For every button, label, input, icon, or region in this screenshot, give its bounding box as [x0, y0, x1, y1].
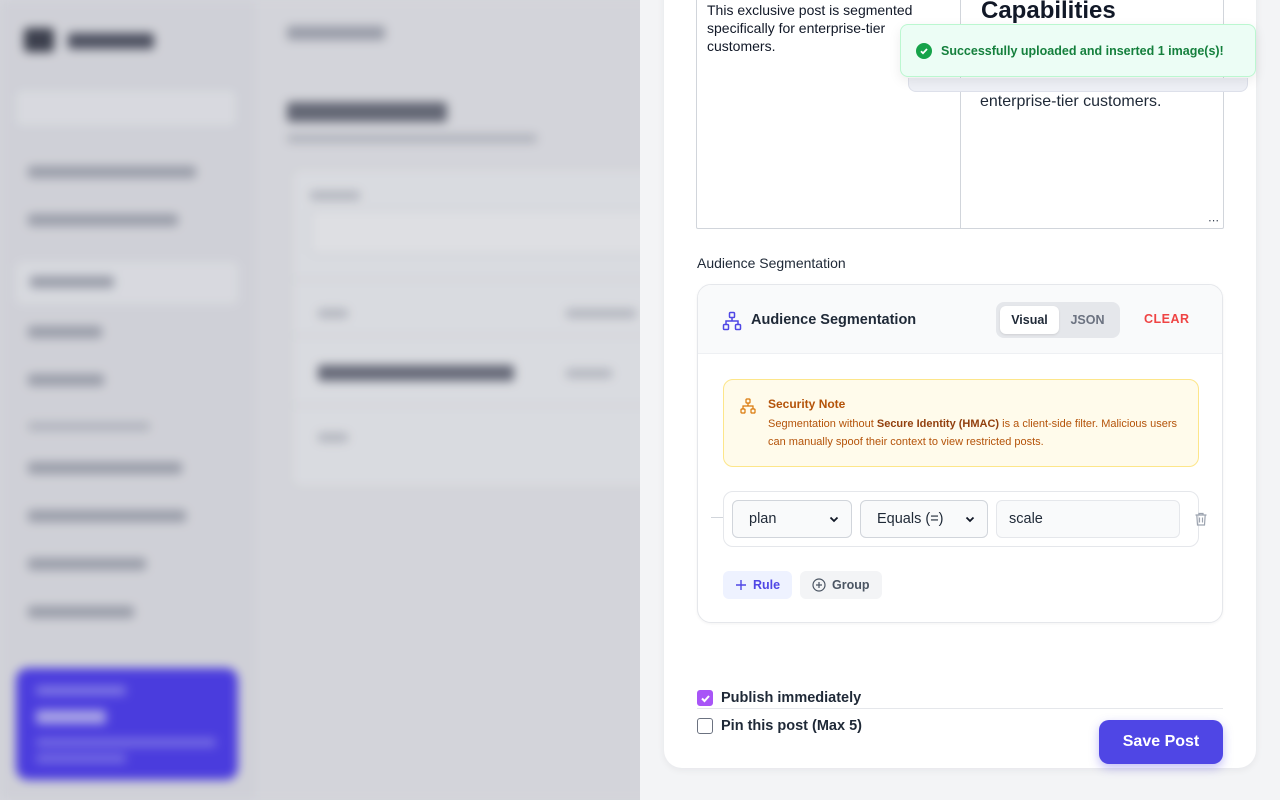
security-note-title: Security Note: [768, 397, 846, 411]
add-rule-button[interactable]: Rule: [723, 571, 793, 599]
rule-value-text: scale: [1009, 511, 1043, 527]
edit-post-drawer: This exclusive post is segmented specifi…: [640, 0, 1280, 800]
segmentation-title: Audience Segmentation: [751, 312, 917, 328]
visual-mode-button[interactable]: Visual: [1000, 306, 1059, 334]
preview-heading: Capabilities: [981, 0, 1116, 24]
success-toast[interactable]: Successfully uploaded and inserted 1 ima…: [900, 24, 1256, 77]
hierarchy-warning-icon: [740, 398, 756, 414]
resize-handle-icon[interactable]: ⋯: [1208, 216, 1219, 227]
editor-source-text: This exclusive post is segmented specifi…: [707, 2, 913, 54]
add-group-label: Group: [832, 578, 870, 592]
rule-operator-select[interactable]: Equals (=): [860, 500, 988, 538]
chevron-down-icon: [829, 516, 839, 523]
audience-segmentation-label: Audience Segmentation: [697, 255, 846, 271]
rule-operator-value: Equals (=): [877, 511, 944, 527]
clear-rules-button[interactable]: CLEAR: [1144, 312, 1190, 326]
security-note: Security Note Segmentation without Secur…: [723, 379, 1199, 467]
plus-circle-icon: [812, 578, 826, 592]
add-rule-label: Rule: [753, 578, 781, 592]
modal-backdrop[interactable]: [0, 0, 640, 800]
checkmark-icon: [700, 694, 710, 702]
rule-value-input[interactable]: scale: [996, 500, 1180, 538]
toast-stack-shadow: [908, 78, 1248, 92]
segmentation-header: Audience Segmentation Visual JSON CLEAR: [698, 285, 1222, 354]
segmentation-builder: Audience Segmentation Visual JSON CLEAR …: [697, 284, 1223, 623]
chevron-down-icon: [965, 516, 975, 523]
check-circle-icon: [916, 42, 932, 59]
hierarchy-icon: [722, 311, 742, 331]
pin-label: Pin this post (Max 5): [721, 718, 862, 734]
plus-icon: [736, 580, 746, 590]
pin-checkbox[interactable]: [697, 718, 713, 734]
rule-field-select[interactable]: plan: [732, 500, 852, 538]
publish-immediately-option[interactable]: Publish immediately: [697, 690, 861, 706]
publish-label: Publish immediately: [721, 690, 862, 706]
trash-icon[interactable]: [1193, 511, 1209, 527]
json-mode-button[interactable]: JSON: [1059, 306, 1116, 334]
preview-body-text: enterprise-tier customers.: [980, 93, 1162, 110]
background-app-blurred: [0, 0, 640, 800]
security-note-hmac: Secure Identity (HMAC): [876, 418, 1000, 430]
toast-message: Successfully uploaded and inserted 1 ima…: [941, 43, 1224, 58]
save-post-button[interactable]: Save Post: [1099, 720, 1223, 764]
security-note-text: Segmentation without Secure Identity (HM…: [768, 415, 1188, 451]
rule-field-value: plan: [749, 511, 777, 527]
rule-connector-line: [711, 517, 723, 518]
rule-row: plan Equals (=) scale: [723, 491, 1199, 547]
security-note-text-start: Segmentation without: [768, 418, 877, 430]
view-mode-toggle: Visual JSON: [996, 302, 1120, 338]
add-group-button[interactable]: Group: [800, 571, 882, 599]
footer-divider: [697, 708, 1223, 709]
publish-checkbox[interactable]: [697, 690, 713, 706]
pin-post-option[interactable]: Pin this post (Max 5): [697, 718, 862, 734]
